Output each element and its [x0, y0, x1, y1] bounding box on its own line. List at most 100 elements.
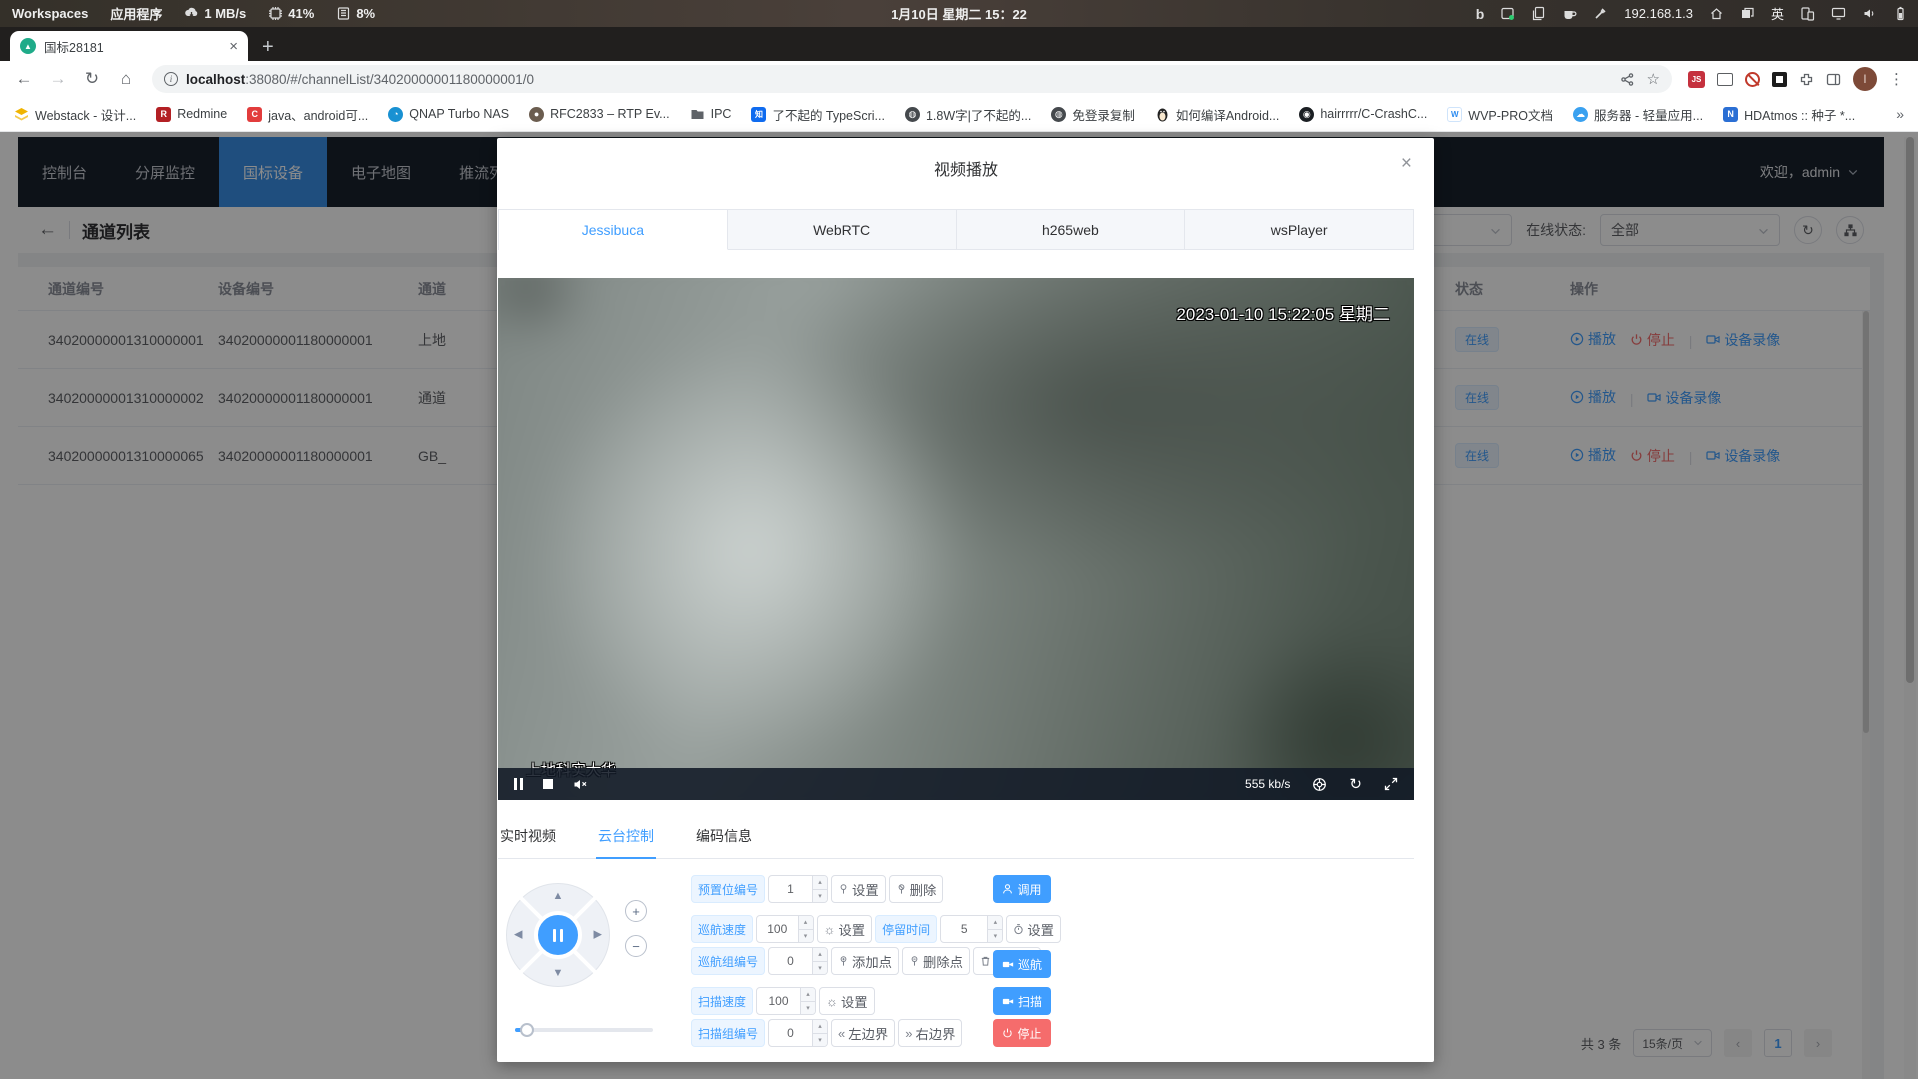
tab-wsplayer[interactable]: wsPlayer [1185, 210, 1413, 250]
tab-webrtc[interactable]: WebRTC [728, 210, 957, 250]
display-tray-icon[interactable] [1831, 6, 1846, 21]
zoom-in-button[interactable]: + [625, 900, 647, 922]
side-panel-icon[interactable] [1826, 72, 1841, 87]
number-spinner[interactable]: ▴▾ [812, 948, 827, 974]
bookmark-qnap[interactable]: ◔QNAP Turbo NAS [388, 107, 509, 122]
number-spinner[interactable]: ▴▾ [812, 1020, 827, 1046]
zoom-out-button[interactable]: − [625, 935, 647, 957]
home-button[interactable]: ⌂ [112, 65, 140, 93]
profile-avatar[interactable]: l [1853, 67, 1877, 91]
bookmark-zhihu[interactable]: 知了不起的 TypeScri... [751, 105, 885, 124]
bookmark-copy-tool[interactable]: ◍免登录复制 [1051, 105, 1135, 124]
ptz-stop-button[interactable]: 停止 [993, 1019, 1051, 1047]
cruise-speed-set-button[interactable]: ☼设置 [817, 915, 873, 943]
slider-handle[interactable] [520, 1023, 534, 1037]
bookmark-csdn[interactable]: Cjava、android可... [247, 105, 368, 124]
scan-speed-set-button[interactable]: ☼设置 [819, 987, 875, 1015]
home-tray-icon[interactable] [1709, 6, 1724, 21]
window-switcher-icon[interactable] [1740, 6, 1755, 21]
bookmark-wvp-docs[interactable]: WWVP-PRO文档 [1447, 105, 1553, 124]
ip-address[interactable]: 192.168.1.3 [1624, 6, 1693, 21]
right-boundary-button[interactable]: »右边界 [898, 1019, 962, 1047]
folder-icon [690, 107, 705, 122]
tab-encoding-info[interactable]: 编码信息 [694, 822, 754, 858]
bookmark-android-build[interactable]: 如何编译Android... [1155, 105, 1280, 124]
preset-set-button[interactable]: 设置 [831, 875, 886, 903]
video-timestamp-overlay: 2023-01-10 15:22:05 星期二 [1176, 300, 1390, 325]
fullscreen-icon[interactable] [1384, 777, 1398, 791]
tab-jessibuca[interactable]: Jessibuca [499, 210, 728, 250]
ptz-up-arrow-icon[interactable]: ▲ [553, 891, 564, 902]
address-bar[interactable]: i localhost:38080/#/channelList/34020000… [152, 65, 1672, 93]
extension-generic-icon[interactable] [1717, 73, 1733, 86]
number-spinner[interactable]: ▴▾ [798, 916, 813, 942]
tab-live-video[interactable]: 实时视频 [498, 822, 558, 858]
bookmark-hdatmos[interactable]: NHDAtmos :: 种子 *... [1723, 105, 1855, 124]
number-spinner[interactable]: ▴▾ [800, 988, 815, 1014]
input-method-indicator[interactable]: 英 [1771, 4, 1784, 23]
volume-muted-icon[interactable] [573, 778, 588, 791]
scan-button[interactable]: 扫描 [993, 987, 1051, 1015]
pause-button[interactable] [514, 778, 523, 790]
extension-dark-icon[interactable] [1772, 72, 1787, 87]
back-button[interactable]: ← [10, 65, 38, 93]
clipboard-tray-icon[interactable] [1531, 6, 1546, 21]
browser-menu-icon[interactable]: ⋮ [1889, 70, 1904, 88]
url-text[interactable]: localhost:38080/#/channelList/3402000000… [186, 72, 1612, 87]
cruise-group-input[interactable]: 0▴▾ [768, 947, 828, 975]
number-spinner[interactable]: ▴▾ [987, 916, 1002, 942]
scan-speed-input[interactable]: 100▴▾ [756, 987, 816, 1015]
bookmarks-overflow-chevron[interactable]: » [1896, 106, 1904, 122]
tab-ptz-control[interactable]: 云台控制 [596, 822, 656, 859]
coffee-tray-icon[interactable] [1562, 6, 1577, 21]
ptz-right-arrow-icon[interactable]: ▶ [594, 930, 602, 941]
site-info-icon[interactable]: i [164, 72, 178, 86]
ptz-speed-slider[interactable] [515, 1023, 653, 1037]
modal-close-icon[interactable]: × [1401, 154, 1412, 173]
cruise-speed-input[interactable]: 100▴▾ [756, 915, 814, 943]
preset-number-input[interactable]: 1▴▾ [768, 875, 828, 903]
extension-js-icon[interactable]: JS [1688, 71, 1705, 88]
bookmark-ipc-folder[interactable]: IPC [690, 107, 732, 122]
reload-button[interactable]: ↻ [78, 65, 106, 93]
extensions-puzzle-icon[interactable] [1799, 72, 1814, 87]
bookmark-rfc2833[interactable]: ●RFC2833 – RTP Ev... [529, 107, 670, 122]
phone-link-icon[interactable] [1800, 6, 1815, 21]
cruise-button[interactable]: 巡航 [993, 950, 1051, 978]
share-icon[interactable] [1620, 72, 1635, 87]
tab-close-icon[interactable]: × [229, 38, 238, 55]
performance-shutter-icon[interactable] [1312, 777, 1327, 792]
preset-delete-button[interactable]: 删除 [889, 875, 944, 903]
browser-tab[interactable]: ▲ 国标28181 × [10, 31, 248, 61]
bookmark-star-icon[interactable]: ☆ [1647, 70, 1660, 88]
battery-tray-icon[interactable] [1893, 6, 1908, 21]
number-spinner[interactable]: ▴▾ [812, 876, 827, 902]
screenshot-tray-icon[interactable] [1500, 6, 1515, 21]
delete-point-button[interactable]: 删除点 [902, 947, 970, 975]
extension-blocker-icon[interactable] [1745, 72, 1760, 87]
stay-time-set-button[interactable]: 设置 [1006, 915, 1061, 943]
volume-tray-icon[interactable] [1862, 6, 1877, 21]
scan-group-input[interactable]: 0▴▾ [768, 1019, 828, 1047]
stay-time-input[interactable]: 5▴▾ [940, 915, 1003, 943]
bookmark-github[interactable]: ◉hairrrrr/C-CrashC... [1299, 107, 1427, 122]
bookmark-server[interactable]: ☁服务器 - 轻量应用... [1573, 105, 1703, 124]
video-player[interactable]: 2023-01-10 15:22:05 星期二 上地科实大华 555 kb/s … [498, 278, 1414, 800]
stop-button[interactable] [543, 779, 553, 789]
bookmark-article1[interactable]: ◍1.8W字|了不起的... [905, 105, 1031, 124]
ptz-pause-button[interactable] [534, 911, 582, 959]
bookmark-webstack[interactable]: Webstack - 设计... [14, 105, 136, 124]
ptz-left-arrow-icon[interactable]: ◀ [514, 930, 522, 941]
forward-button[interactable]: → [44, 65, 72, 93]
color-picker-tray-icon[interactable] [1593, 6, 1608, 21]
refresh-stream-icon[interactable]: ↻ [1349, 777, 1362, 792]
tab-h265web[interactable]: h265web [957, 210, 1186, 250]
bing-tray-icon[interactable]: b [1476, 6, 1485, 22]
left-boundary-button[interactable]: «左边界 [831, 1019, 895, 1047]
add-point-button[interactable]: 添加点 [831, 947, 899, 975]
ptz-direction-pad[interactable]: ▲ ▼ ◀ ▶ [506, 883, 610, 987]
bookmark-redmine[interactable]: RRedmine [156, 107, 227, 122]
preset-call-button[interactable]: 调用 [993, 875, 1051, 903]
new-tab-button[interactable]: + [262, 37, 274, 57]
ptz-down-arrow-icon[interactable]: ▼ [553, 968, 564, 979]
